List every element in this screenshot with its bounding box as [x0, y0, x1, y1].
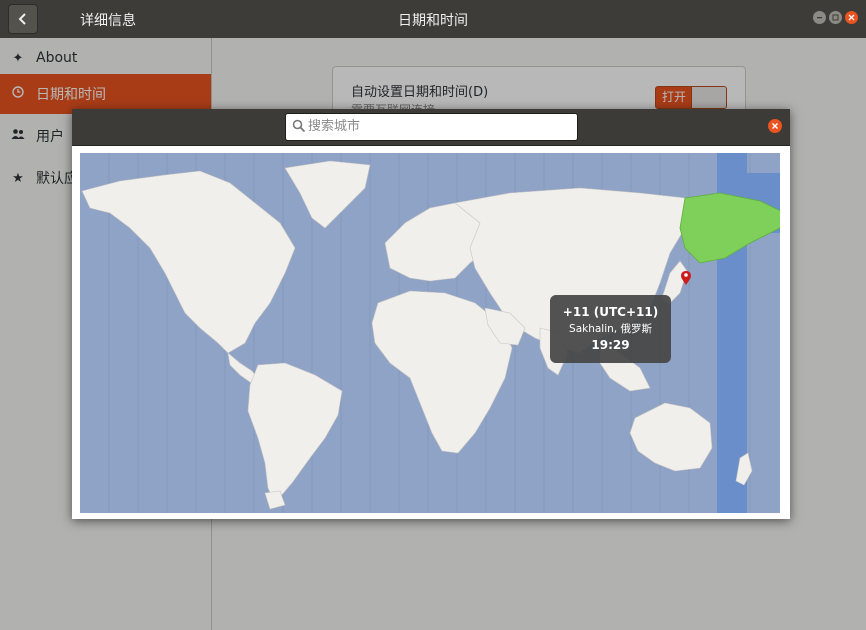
- close-icon: [848, 14, 855, 21]
- world-map-svg[interactable]: [80, 153, 792, 513]
- dialog-close-button[interactable]: [768, 119, 782, 133]
- tooltip-offset: +11 (UTC+11): [562, 305, 659, 319]
- city-search-input[interactable]: [308, 116, 568, 136]
- timezone-map[interactable]: +11 (UTC+11) Sakhalin, 俄罗斯 19:29: [80, 153, 792, 513]
- window-title: 日期和时间: [398, 13, 468, 29]
- tooltip-time: 19:29: [591, 338, 630, 352]
- maximize-button[interactable]: [829, 11, 842, 24]
- minimize-button[interactable]: [813, 11, 826, 24]
- dialog-header: [72, 109, 790, 146]
- window-controls: [813, 11, 858, 24]
- timezone-dialog: +11 (UTC+11) Sakhalin, 俄罗斯 19:29: [72, 109, 792, 519]
- maximize-icon: [832, 14, 839, 21]
- close-icon: [772, 123, 778, 129]
- tooltip-city: Sakhalin, 俄罗斯: [569, 323, 652, 335]
- window-close-button[interactable]: [845, 11, 858, 24]
- city-search-box[interactable]: [285, 113, 578, 141]
- timezone-tooltip: +11 (UTC+11) Sakhalin, 俄罗斯 19:29: [550, 295, 671, 363]
- minimize-icon: [817, 17, 822, 19]
- titlebar: 详细信息 日期和时间: [0, 0, 866, 39]
- search-icon: [292, 119, 306, 133]
